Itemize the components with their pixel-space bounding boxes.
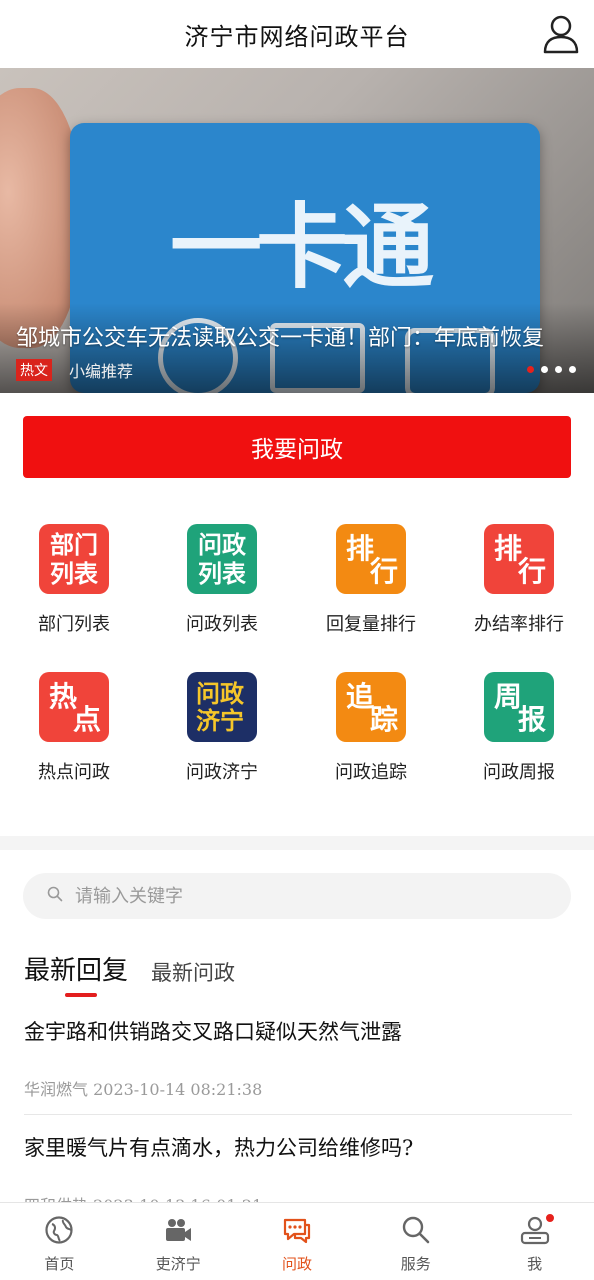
tabbar-item-me[interactable]: 我: [475, 1203, 594, 1280]
wenzheng-jining-icon: 问政 济宁: [187, 672, 257, 742]
ranking-icon: 排 行: [484, 524, 554, 594]
grid-item-question-list[interactable]: 问政 列表 问政列表: [148, 524, 296, 636]
banner-source: 小编推荐: [69, 362, 134, 381]
tabbar-label: 首页: [44, 1255, 75, 1273]
grid-item-label: 问政列表: [186, 614, 258, 635]
active-tab-indicator: [65, 993, 97, 997]
video-camera-icon: [119, 1215, 238, 1245]
grid-item-label: 回复量排行: [326, 614, 416, 635]
grid-item-label: 问政济宁: [186, 762, 258, 783]
grid-item-label: 问政追踪: [335, 762, 407, 783]
grid-item-label: 办结率排行: [474, 614, 564, 635]
grid-item-label: 问政周报: [483, 762, 555, 783]
search-icon: [356, 1215, 475, 1245]
tabbar-label: 问政: [281, 1255, 312, 1273]
weekly-report-icon: 周 报: [484, 672, 554, 742]
tabbar-label: 吏济宁: [155, 1255, 201, 1273]
user-icon[interactable]: [542, 14, 580, 54]
question-list-icon: 问政 列表: [187, 524, 257, 594]
item-title: 家里暖气片有点滴水，热力公司给维修吗?: [24, 1136, 414, 1160]
banner-headline[interactable]: 邹城市公交车无法读取公交一卡通！部门：年底前恢复: [16, 320, 584, 352]
ranking-icon: 排 行: [336, 524, 406, 594]
hot-tag: 热文: [16, 359, 52, 381]
grid-item-question-tracking[interactable]: 追 踪 问政追踪: [297, 672, 445, 784]
section-divider: [0, 836, 594, 850]
tabbar-item-home[interactable]: 首页: [0, 1203, 119, 1280]
item-meta: 华润燃气 2023-10-14 08:21:38: [24, 1080, 263, 1099]
tabbar-item-wenzheng[interactable]: 问政: [238, 1203, 357, 1280]
grid-item-hot-questions[interactable]: 热 点 热点问政: [0, 672, 148, 784]
bottom-tab-bar: 首页 吏济宁 问政 服务 我: [0, 1202, 594, 1280]
search-icon: [47, 886, 63, 906]
tab-latest-questions[interactable]: 最新问政: [151, 957, 235, 987]
carousel-dot[interactable]: [555, 366, 562, 373]
grid-item-label: 部门列表: [38, 614, 110, 635]
search-bar[interactable]: [23, 873, 571, 919]
grid-item-wenzheng-jining[interactable]: 问政 济宁 问政济宁: [148, 672, 296, 784]
list-item[interactable]: 金宇路和供销路交叉路口疑似天然气泄露 华润燃气 2023-10-14 08:21…: [24, 1016, 572, 1100]
tab-latest-replies[interactable]: 最新回复: [24, 950, 128, 987]
banner-card-text: 一卡通: [170, 194, 434, 301]
grid-item-completion-ranking[interactable]: 排 行 办结率排行: [445, 524, 593, 636]
ask-question-button[interactable]: 我要问政: [23, 416, 571, 478]
department-list-icon: 部门 列表: [39, 524, 109, 594]
list-divider: [24, 1114, 572, 1115]
carousel-dot[interactable]: [569, 366, 576, 373]
grid-item-reply-ranking[interactable]: 排 行 回复量排行: [297, 524, 445, 636]
hot-icon: 热 点: [39, 672, 109, 742]
carousel-dot[interactable]: [541, 366, 548, 373]
tabbar-item-services[interactable]: 服务: [356, 1203, 475, 1280]
chat-icon: [238, 1215, 357, 1245]
tabbar-label: 我: [527, 1255, 543, 1273]
globe-icon: [0, 1215, 119, 1245]
tracking-icon: 追 踪: [336, 672, 406, 742]
search-input[interactable]: [75, 885, 535, 907]
app-header: 济宁市网络问政平台: [0, 0, 594, 68]
tabbar-item-jining[interactable]: 吏济宁: [119, 1203, 238, 1280]
grid-item-weekly-report[interactable]: 周 报 问政周报: [445, 672, 593, 784]
grid-item-department-list[interactable]: 部门 列表 部门列表: [0, 524, 148, 636]
grid-item-label: 热点问政: [38, 762, 110, 783]
item-title: 金宇路和供销路交叉路口疑似天然气泄露: [24, 1020, 402, 1044]
tabbar-label: 服务: [400, 1255, 431, 1273]
user-icon: [475, 1215, 594, 1245]
news-carousel[interactable]: 一卡通 邹城市公交车无法读取公交一卡通！部门：年底前恢复 热文 小编推荐: [0, 68, 594, 393]
carousel-dot[interactable]: [527, 366, 534, 373]
page-title: 济宁市网络问政平台: [184, 22, 410, 51]
carousel-indicator[interactable]: [527, 366, 576, 373]
